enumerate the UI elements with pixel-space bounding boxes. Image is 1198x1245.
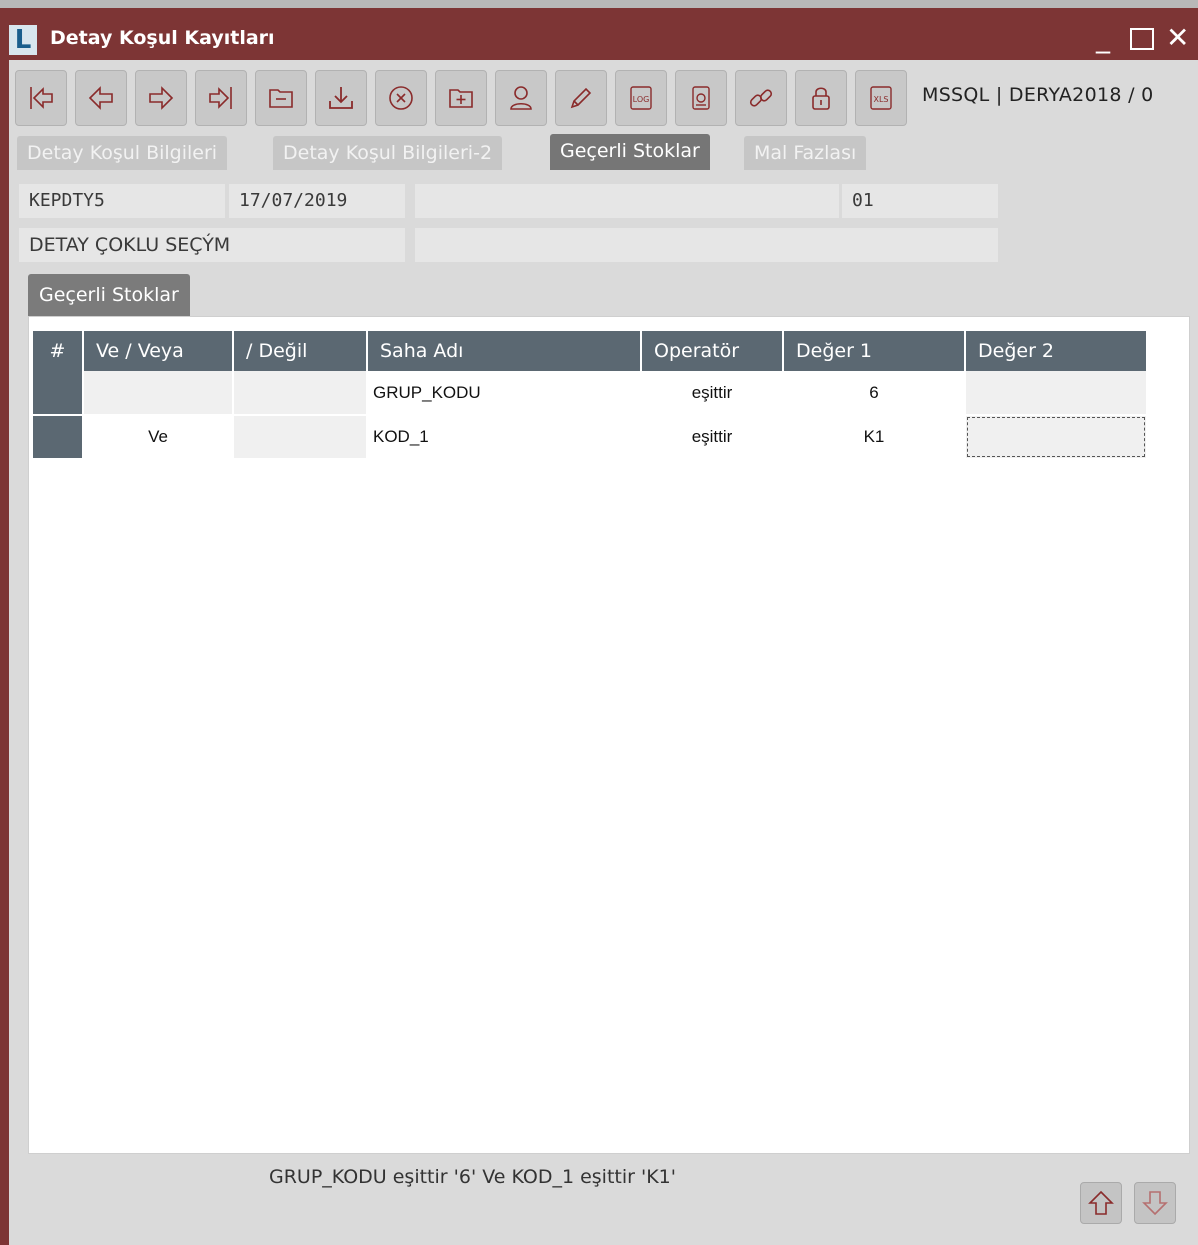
conditions-grid-area: # Ve / Veya / Değil Saha Adı Operatör De…	[28, 316, 1190, 1154]
cell-not[interactable]	[233, 415, 368, 460]
close-button[interactable]: ✕	[1166, 22, 1198, 54]
xls-export-button[interactable]: XLS	[855, 70, 907, 126]
log-icon: LOG	[630, 86, 652, 110]
date-field[interactable]: 17/07/2019	[229, 184, 405, 218]
previous-record-button[interactable]	[75, 70, 127, 126]
toolbar: LOG XLS MSSQL | DERYA2018 / 0	[9, 60, 1198, 130]
save-button[interactable]	[315, 70, 367, 126]
cell-and-or[interactable]: Ve	[83, 415, 234, 460]
delete-record-icon	[269, 89, 293, 108]
next-record-button[interactable]	[135, 70, 187, 126]
code-field[interactable]: KEPDTY5	[19, 184, 225, 218]
grid-header-row: # Ve / Veya / Değil Saha Adı Operatör De…	[33, 331, 1148, 371]
subtab-gecerli-stoklar[interactable]: Geçerli Stoklar	[28, 274, 190, 316]
description-field[interactable]	[415, 184, 839, 218]
title-bar[interactable]: L Detay Koşul Kayıtları _ ✕	[0, 0, 1198, 60]
col-header-not[interactable]: / Değil	[233, 331, 368, 371]
cell-operator[interactable]: eşittir	[641, 371, 784, 416]
arrow-up-icon	[1088, 1190, 1114, 1215]
client-area: LOG XLS MSSQL | DERYA2018 / 0 Detay Koşu…	[9, 60, 1198, 1245]
col-header-operator[interactable]: Operatör	[641, 331, 784, 371]
first-record-icon	[30, 87, 53, 109]
move-down-button[interactable]	[1134, 1182, 1176, 1224]
app-logo-icon: L	[9, 25, 37, 55]
window: L Detay Koşul Kayıtları _ ✕ LOG XLS MSSQ…	[0, 0, 1198, 1245]
cell-value1[interactable]: K1	[783, 415, 966, 460]
table-row[interactable]: Ve KOD_1 eşittir K1	[33, 415, 1148, 460]
maximize-button[interactable]	[1130, 22, 1158, 54]
condition-summary: GRUP_KODU eşittir '6' Ve KOD_1 eşittir '…	[269, 1166, 676, 1188]
database-label: MSSQL | DERYA2018 / 0	[922, 84, 1154, 106]
new-record-button[interactable]	[435, 70, 487, 126]
col-header-value2[interactable]: Değer 2	[965, 331, 1148, 371]
svg-text:LOG: LOG	[633, 95, 650, 104]
tab-detay-kosul-bilgileri[interactable]: Detay Koşul Bilgileri	[17, 136, 228, 170]
tab-detay-kosul-bilgileri-2[interactable]: Detay Koşul Bilgileri-2	[273, 136, 503, 170]
user-button[interactable]	[495, 70, 547, 126]
header-form: KEPDTY5 17/07/2019 01 DETAY ÇOKLU SEÇÝM	[19, 176, 1187, 266]
last-record-button[interactable]	[195, 70, 247, 126]
condition-name-field[interactable]: DETAY ÇOKLU SEÇÝM	[19, 228, 405, 262]
link-icon	[749, 89, 773, 107]
cell-field-name[interactable]: KOD_1	[367, 415, 642, 460]
edit-pencil-icon	[570, 87, 592, 109]
col-header-field-name[interactable]: Saha Adı	[367, 331, 642, 371]
new-record-icon	[449, 89, 473, 108]
status-area: GRUP_KODU eşittir '6' Ve KOD_1 eşittir '…	[9, 1154, 1198, 1245]
col-header-and-or[interactable]: Ve / Veya	[83, 331, 234, 371]
row-header[interactable]	[33, 415, 84, 460]
first-record-button[interactable]	[15, 70, 67, 126]
user-icon	[510, 86, 532, 110]
cell-value1[interactable]: 6	[783, 371, 966, 416]
document-button[interactable]	[675, 70, 727, 126]
log-button[interactable]: LOG	[615, 70, 667, 126]
lock-button[interactable]	[795, 70, 847, 126]
svg-text:XLS: XLS	[873, 95, 888, 104]
delete-record-button[interactable]	[255, 70, 307, 126]
cell-field-name[interactable]: GRUP_KODU	[367, 371, 642, 416]
condition-value-field[interactable]	[415, 228, 998, 262]
edit-button[interactable]	[555, 70, 607, 126]
table-row[interactable]: GRUP_KODU eşittir 6	[33, 371, 1148, 416]
link-button[interactable]	[735, 70, 787, 126]
next-record-icon	[149, 86, 174, 110]
xls-export-icon: XLS	[870, 86, 892, 110]
save-icon	[329, 87, 353, 109]
cancel-button[interactable]	[375, 70, 427, 126]
window-title: Detay Koşul Kayıtları	[50, 27, 275, 49]
document-icon	[692, 86, 710, 110]
tab-mal-fazlasi[interactable]: Mal Fazlası	[744, 136, 867, 170]
col-header-num[interactable]: #	[33, 331, 84, 371]
maximize-icon	[1130, 28, 1154, 50]
row-header[interactable]	[33, 371, 84, 416]
cell-and-or[interactable]	[83, 371, 234, 416]
conditions-grid: # Ve / Veya / Değil Saha Adı Operatör De…	[33, 331, 1148, 460]
branch-field[interactable]: 01	[842, 184, 998, 218]
cell-not[interactable]	[233, 371, 368, 416]
cancel-icon	[389, 86, 413, 110]
previous-record-icon	[88, 86, 113, 110]
col-header-value1[interactable]: Değer 1	[783, 331, 966, 371]
arrow-down-icon	[1142, 1191, 1168, 1216]
lock-icon	[812, 87, 830, 110]
cell-value2[interactable]	[965, 415, 1148, 460]
move-up-button[interactable]	[1080, 1182, 1122, 1224]
cell-value2[interactable]	[965, 371, 1148, 416]
last-record-icon	[209, 87, 232, 109]
minimize-button[interactable]: _	[1096, 22, 1124, 54]
tab-gecerli-stoklar[interactable]: Geçerli Stoklar	[550, 134, 710, 170]
cell-operator[interactable]: eşittir	[641, 415, 784, 460]
